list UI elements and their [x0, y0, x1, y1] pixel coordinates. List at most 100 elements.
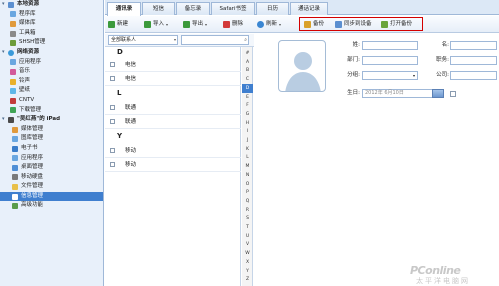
group-header-l: L — [117, 89, 122, 97]
sidebar-item-music[interactable]: 音乐 — [0, 67, 103, 77]
delete-icon — [223, 21, 230, 28]
sidebar-item-media-mgmt[interactable]: 媒体管理 — [0, 125, 103, 135]
row-checkbox[interactable] — [110, 62, 115, 67]
refresh-button[interactable]: 刷新 ▾ — [257, 19, 281, 30]
sidebar-item-apps-lib[interactable]: 程序库 — [0, 10, 103, 20]
sidebar-item-wallpaper[interactable]: 壁纸 — [0, 86, 103, 96]
export-button[interactable]: 导出 ▾ — [183, 19, 207, 30]
list-item[interactable]: 联通 — [105, 115, 241, 129]
tab-contacts[interactable]: 通讯录 — [107, 2, 141, 16]
app-library-icon — [10, 11, 16, 18]
row-checkbox[interactable] — [110, 76, 115, 81]
list-item[interactable]: 联通 — [105, 101, 241, 115]
alphabet-letter-u[interactable]: U — [242, 232, 253, 241]
alphabet-letter-x[interactable]: X — [242, 258, 253, 267]
sidebar-item-gallery[interactable]: 图库管理 — [0, 134, 103, 144]
backup-button[interactable]: 备份 — [304, 19, 324, 30]
alphabet-letter-s[interactable]: S — [242, 214, 253, 223]
sidebar-item-net-apps[interactable]: 应用程序 — [0, 58, 103, 68]
alphabet-letter-c[interactable]: C — [242, 75, 253, 84]
sidebar-item-usb-disk[interactable]: 移动硬盘 — [0, 173, 103, 183]
alphabet-letter-q[interactable]: Q — [242, 197, 253, 206]
book-icon — [12, 145, 18, 152]
sidebar-item-ebook[interactable]: 电子书 — [0, 144, 103, 154]
delete-button[interactable]: 删除 — [223, 19, 243, 30]
sidebar-group-device[interactable]: ▾ "吴红燕"的 iPad — [0, 115, 103, 125]
alphabet-letter-i[interactable]: I — [242, 127, 253, 136]
alphabet-letter-y[interactable]: Y — [242, 267, 253, 276]
open-backup-icon — [381, 21, 388, 28]
group-label: 分组: — [347, 72, 360, 78]
alphabet-letter-m[interactable]: M — [242, 162, 253, 171]
alphabet-letter-b[interactable]: B — [242, 66, 253, 75]
row-checkbox[interactable] — [110, 105, 115, 110]
tab-sms[interactable]: 短信 — [142, 2, 175, 15]
alphabet-letter-h[interactable]: H — [242, 119, 253, 128]
sidebar-item-device-apps[interactable]: 应用程序 — [0, 154, 103, 164]
birthday-field[interactable]: 2012年 6月10日 — [362, 89, 440, 98]
alphabet-letter-hash[interactable]: # — [242, 49, 253, 58]
alphabet-letter-r[interactable]: R — [242, 206, 253, 215]
dropdown-arrow-icon[interactable]: ▾ — [279, 19, 281, 30]
alphabet-letter-z[interactable]: Z — [242, 275, 253, 284]
sidebar-item-downloads[interactable]: 下载管理 — [0, 106, 103, 116]
import-button[interactable]: 导入 ▾ — [144, 19, 168, 30]
list-item[interactable]: 移动 — [105, 144, 241, 158]
alphabet-letter-g[interactable]: G — [242, 110, 253, 119]
sidebar-group-network[interactable]: ▾ 网络资源 — [0, 48, 103, 58]
alphabet-letter-n[interactable]: N — [242, 171, 253, 180]
alphabet-letter-j[interactable]: J — [242, 136, 253, 145]
sidebar-item-desktop[interactable]: 桌面管理 — [0, 163, 103, 173]
job-title-field[interactable] — [450, 56, 497, 65]
sync-to-device-button[interactable]: 同步到设备 — [335, 19, 372, 30]
row-checkbox[interactable] — [110, 119, 115, 124]
tab-safari-bookmarks[interactable]: Safari书签 — [211, 2, 255, 15]
row-checkbox[interactable] — [110, 148, 115, 153]
alphabet-letter-f[interactable]: F — [242, 101, 253, 110]
sidebar-item-media-lib[interactable]: 媒体库 — [0, 19, 103, 29]
alphabet-letter-p[interactable]: P — [242, 188, 253, 197]
list-item[interactable]: 电信 — [105, 72, 241, 86]
company-field[interactable] — [450, 71, 497, 80]
alphabet-letter-e[interactable]: E — [242, 93, 253, 102]
birthday-checkbox[interactable] — [450, 91, 456, 97]
list-item[interactable]: 移动 — [105, 158, 241, 172]
avatar[interactable] — [278, 40, 326, 92]
alphabet-letter-a[interactable]: A — [242, 58, 253, 67]
dropdown-arrow-icon[interactable]: ▾ — [205, 19, 207, 30]
alphabet-letter-w[interactable]: W — [242, 249, 253, 258]
shsh-icon — [10, 40, 16, 47]
group-select[interactable]: 全部联系人 ▾ — [108, 35, 178, 45]
surname-field[interactable] — [362, 41, 418, 50]
search-input[interactable]: ⌕ — [181, 35, 249, 45]
sidebar-item-files[interactable]: 文件管理 — [0, 182, 103, 192]
alphabet-letter-v[interactable]: V — [242, 240, 253, 249]
new-button[interactable]: 新建 — [108, 19, 128, 30]
open-backup-button[interactable]: 打开备份 — [381, 19, 412, 30]
dropdown-arrow-icon[interactable]: ▾ — [166, 19, 168, 30]
alphabet-letter-o[interactable]: O — [242, 180, 253, 189]
department-field[interactable] — [362, 56, 418, 65]
alphabet-letter-k[interactable]: K — [242, 145, 253, 154]
contact-detail: 姓: 名: 部门: 职务: 分组: ▾ 公司: 生日: 2012年 6月10日 — [254, 33, 499, 286]
sidebar-item-ringtone[interactable]: 铃声 — [0, 77, 103, 87]
calendar-icon[interactable] — [432, 89, 444, 98]
alphabet-letter-t[interactable]: T — [242, 223, 253, 232]
sidebar-item-info-mgmt[interactable]: 信息管理 — [0, 191, 103, 202]
group-dropdown[interactable]: ▾ — [362, 71, 418, 80]
search-icon[interactable]: ⌕ — [244, 36, 247, 44]
list-item[interactable]: 电信 — [105, 58, 241, 72]
sidebar-item-cntv[interactable]: CNTV — [0, 96, 103, 106]
alphabet-letter-l[interactable]: L — [242, 153, 253, 162]
sidebar-item-shsh[interactable]: SHSH管理 — [0, 38, 103, 48]
plus-icon — [108, 21, 115, 28]
given-name-field[interactable] — [450, 41, 497, 50]
tab-calendar[interactable]: 日历 — [256, 2, 289, 15]
sidebar-item-toolbox[interactable]: 工具箱 — [0, 29, 103, 39]
sidebar-item-advanced[interactable]: 高级功能 — [0, 201, 103, 211]
sidebar-group-local[interactable]: ▾ 本地资源 — [0, 0, 103, 10]
tab-notes[interactable]: 备忘录 — [176, 2, 210, 15]
alphabet-letter-d[interactable]: D — [242, 83, 253, 93]
row-checkbox[interactable] — [110, 162, 115, 167]
tab-call-log[interactable]: 通话记录 — [290, 2, 328, 15]
